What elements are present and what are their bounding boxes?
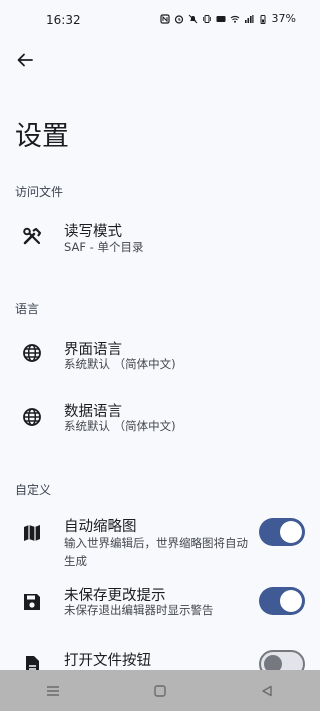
tools-icon bbox=[23, 227, 42, 245]
unsaved-warning-toggle[interactable] bbox=[259, 587, 305, 615]
pref-auto-thumbnail-summary: 输入世界编辑后，世界缩略图将自动生成 bbox=[64, 536, 248, 568]
menu-icon bbox=[47, 685, 60, 696]
toggle-knob bbox=[280, 590, 302, 612]
section-header-custom: 自定义 bbox=[15, 483, 52, 497]
status-icons: 37% bbox=[159, 12, 296, 25]
pref-rw-mode[interactable]: 读写模式 SAF - 单个目录 bbox=[0, 210, 320, 270]
auto-thumbnail-toggle[interactable] bbox=[259, 518, 305, 546]
back-button[interactable] bbox=[10, 45, 40, 75]
toggle-knob bbox=[280, 521, 302, 543]
pref-open-file-button-title: 打开文件按钮 bbox=[64, 653, 151, 669]
globe-icon bbox=[23, 344, 41, 362]
section-header-file-access: 访问文件 bbox=[15, 185, 64, 199]
alarm-icon bbox=[174, 14, 183, 24]
vibrate-icon bbox=[202, 14, 211, 23]
nfc-icon bbox=[159, 13, 170, 24]
recent-apps-button[interactable] bbox=[33, 670, 73, 711]
pref-auto-thumbnail-title: 自动缩略图 bbox=[64, 519, 137, 535]
battery-icon bbox=[260, 14, 266, 24]
pref-data-language-summary: 系统默认 （简体中文) bbox=[64, 419, 176, 433]
globe-icon bbox=[23, 408, 41, 426]
status-time: 16:32 bbox=[46, 13, 81, 27]
pref-unsaved-warning[interactable]: 未保存更改提示 未保存退出编辑器时显示警告 bbox=[0, 580, 320, 630]
system-back-button[interactable] bbox=[247, 670, 287, 711]
section-header-language: 语言 bbox=[15, 302, 40, 316]
signal-icon bbox=[244, 14, 254, 23]
square-icon bbox=[154, 684, 166, 697]
pref-unsaved-warning-summary: 未保存退出编辑器时显示警告 bbox=[64, 603, 214, 617]
pref-ui-language[interactable]: 界面语言 系统默认 （简体中文) bbox=[0, 328, 320, 388]
page-title: 设置 bbox=[15, 121, 69, 152]
navigation-bar bbox=[0, 670, 320, 711]
save-icon bbox=[24, 594, 40, 610]
pref-ui-language-summary: 系统默认 （简体中文) bbox=[64, 357, 176, 371]
pref-data-language[interactable]: 数据语言 系统默认 （简体中文) bbox=[0, 390, 320, 450]
hd-icon bbox=[216, 15, 226, 22]
pref-rw-mode-summary: SAF - 单个目录 bbox=[64, 240, 144, 254]
battery-level: 37% bbox=[271, 12, 296, 25]
map-icon bbox=[24, 525, 40, 541]
pref-auto-thumbnail[interactable]: 自动缩略图 输入世界编辑后，世界缩略图将自动生成 bbox=[0, 510, 320, 576]
status-bar: 16:32 37% bbox=[0, 0, 320, 40]
wifi-icon bbox=[230, 15, 239, 23]
arrow-left-icon bbox=[17, 53, 33, 67]
pref-open-file-button[interactable]: 打开文件按钮 bbox=[0, 640, 320, 678]
mute-icon bbox=[188, 14, 197, 23]
triangle-back-icon bbox=[261, 685, 272, 696]
home-button[interactable] bbox=[140, 670, 180, 711]
